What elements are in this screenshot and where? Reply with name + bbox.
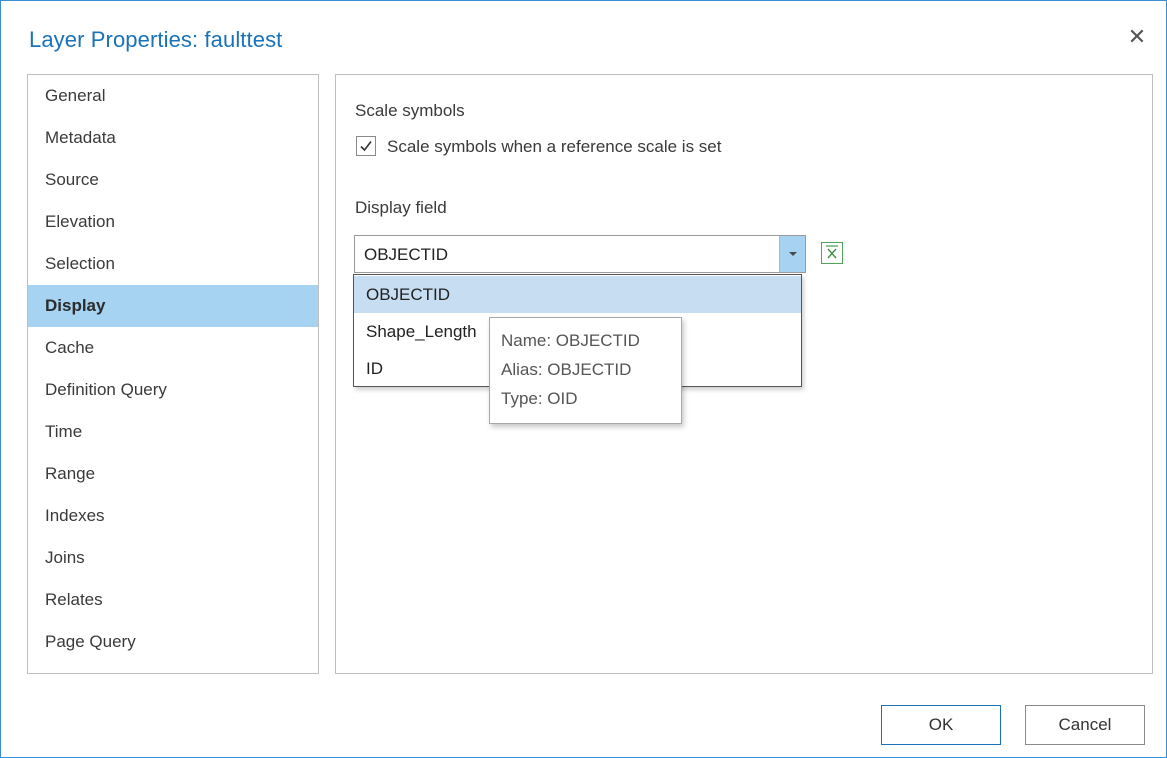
dropdown-option-objectid[interactable]: OBJECTID xyxy=(354,276,801,313)
sidebar-item-range[interactable]: Range xyxy=(28,453,318,495)
close-icon[interactable]: ✕ xyxy=(1123,23,1151,51)
expression-icon[interactable] xyxy=(821,242,843,264)
display-field-heading: Display field xyxy=(355,198,447,217)
dialog-title: Layer Properties: faulttest xyxy=(29,27,283,52)
ok-button[interactable]: OK xyxy=(881,705,1001,745)
sidebar: General Metadata Source Elevation Select… xyxy=(27,74,319,674)
scale-symbols-checkbox[interactable] xyxy=(356,136,376,156)
tooltip-name: Name: OBJECTID xyxy=(501,331,640,350)
sidebar-item-definition-query[interactable]: Definition Query xyxy=(28,369,318,411)
sidebar-item-elevation[interactable]: Elevation xyxy=(28,201,318,243)
sidebar-item-selection[interactable]: Selection xyxy=(28,243,318,285)
sidebar-item-display[interactable]: Display xyxy=(28,285,318,327)
chevron-down-icon[interactable] xyxy=(779,236,805,272)
display-field-value: OBJECTID xyxy=(364,245,449,264)
sidebar-item-cache[interactable]: Cache xyxy=(28,327,318,369)
checkmark-icon xyxy=(360,141,372,152)
sidebar-item-indexes[interactable]: Indexes xyxy=(28,495,318,537)
layer-properties-dialog: Layer Properties: faulttest ✕ General Me… xyxy=(0,0,1167,758)
sidebar-item-metadata[interactable]: Metadata xyxy=(28,117,318,159)
scale-symbols-heading: Scale symbols xyxy=(355,101,465,120)
display-field-combo[interactable]: OBJECTID xyxy=(354,235,806,273)
sidebar-item-general[interactable]: General xyxy=(28,75,318,117)
scale-symbols-label: Scale symbols when a reference scale is … xyxy=(387,137,722,156)
sidebar-item-source[interactable]: Source xyxy=(28,159,318,201)
sidebar-item-joins[interactable]: Joins xyxy=(28,537,318,579)
sidebar-item-time[interactable]: Time xyxy=(28,411,318,453)
display-panel: Scale symbols Scale symbols when a refer… xyxy=(335,74,1153,674)
tooltip-type: Type: OID xyxy=(501,389,578,408)
sidebar-item-page-query[interactable]: Page Query xyxy=(28,621,318,663)
field-tooltip: Name: OBJECTID Alias: OBJECTID Type: OID xyxy=(489,317,682,424)
cancel-button[interactable]: Cancel xyxy=(1025,705,1145,745)
sidebar-item-relates[interactable]: Relates xyxy=(28,579,318,621)
tooltip-alias: Alias: OBJECTID xyxy=(501,360,632,379)
